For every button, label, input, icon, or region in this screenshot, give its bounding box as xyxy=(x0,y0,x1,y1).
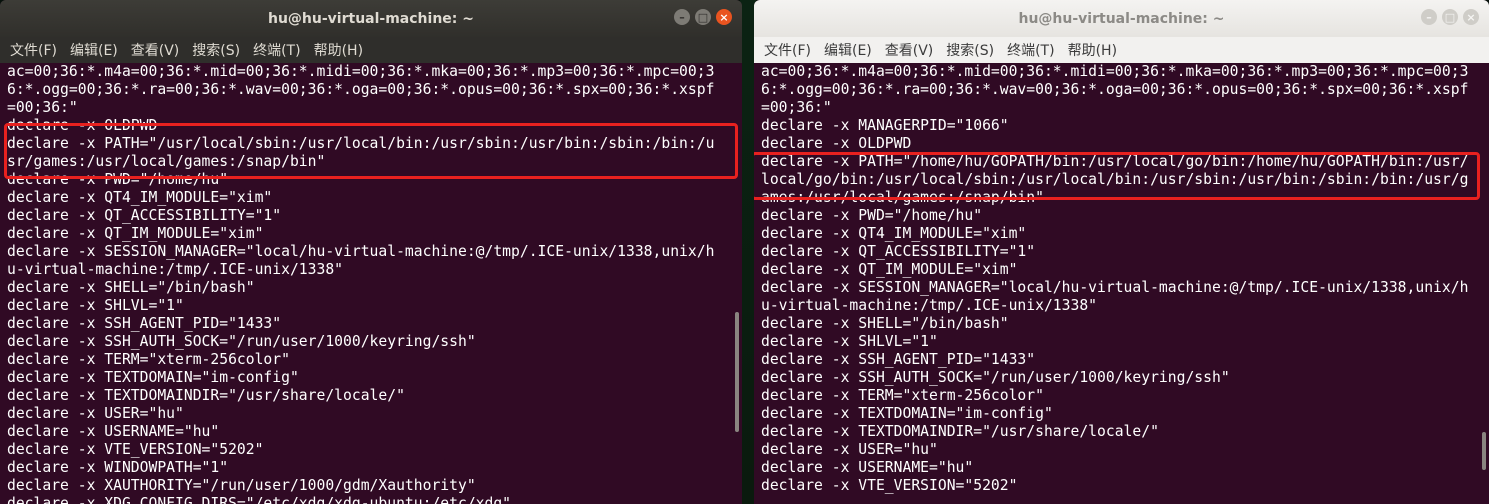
output-line: ac=00;36:*.m4a=00;36:*.mid=00;36:*.midi=… xyxy=(7,63,715,80)
menu-bar: 文件(F) 编辑(E) 查看(V) 搜索(S) 终端(T) 帮助(H) xyxy=(0,37,742,63)
menu-edit[interactable]: 编辑(E) xyxy=(824,40,872,60)
output-line: declare -x USERNAME="hu" xyxy=(7,423,220,440)
output-line: declare -x TEXTDOMAIN="im-config" xyxy=(7,369,299,386)
close-icon[interactable]: × xyxy=(716,9,732,25)
output-line: declare -x QT_IM_MODULE="xim" xyxy=(761,261,1018,278)
menu-file[interactable]: 文件(F) xyxy=(10,40,57,60)
menu-help[interactable]: 帮助(H) xyxy=(1068,40,1117,60)
output-line: declare -x SSH_AUTH_SOCK="/run/user/1000… xyxy=(7,333,476,350)
output-line: declare -x USERNAME="hu" xyxy=(761,459,974,476)
output-line: declare -x SHLVL="1" xyxy=(761,333,938,350)
maximize-icon[interactable]: □ xyxy=(695,9,711,25)
window-titlebar[interactable]: hu@hu-virtual-machine: ~ – □ × xyxy=(0,0,742,37)
menu-search[interactable]: 搜索(S) xyxy=(192,40,240,60)
maximize-icon[interactable]: □ xyxy=(1442,9,1458,25)
output-line: declare -x QT4_IM_MODULE="xim" xyxy=(761,225,1027,242)
output-line: declare -x TERM="xterm-256color" xyxy=(761,387,1044,404)
path-highlight-box xyxy=(754,152,1480,200)
output-line: declare -x PWD="/home/hu" xyxy=(761,207,983,224)
menu-view[interactable]: 查看(V) xyxy=(885,40,934,60)
output-line: =00;36:" xyxy=(761,99,832,116)
output-line: declare -x SESSION_MANAGER="local/hu-vir… xyxy=(761,279,1469,296)
terminal-output[interactable]: ac=00;36:*.m4a=00;36:*.mid=00;36:*.midi=… xyxy=(754,63,1489,504)
output-line: declare -x USER="hu" xyxy=(7,405,184,422)
menu-terminal[interactable]: 终端(T) xyxy=(1007,40,1054,60)
close-icon[interactable]: × xyxy=(1463,9,1479,25)
menu-search[interactable]: 搜索(S) xyxy=(946,40,994,60)
path-highlight-box xyxy=(4,123,738,179)
menu-terminal[interactable]: 终端(T) xyxy=(253,40,300,60)
output-line: u-virtual-machine:/tmp/.ICE-unix/1338" xyxy=(7,261,344,278)
scrollbar-thumb[interactable] xyxy=(1482,432,1486,470)
menu-view[interactable]: 查看(V) xyxy=(131,40,180,60)
output-line: declare -x SSH_AUTH_SOCK="/run/user/1000… xyxy=(761,369,1230,386)
output-line: declare -x TERM="xterm-256color" xyxy=(7,351,290,368)
menu-bar: 文件(F) 编辑(E) 查看(V) 搜索(S) 终端(T) 帮助(H) xyxy=(754,37,1489,63)
output-line: declare -x SHELL="/bin/bash" xyxy=(7,279,255,296)
window-controls: – □ × xyxy=(674,9,732,25)
menu-file[interactable]: 文件(F) xyxy=(764,40,811,60)
output-line: declare -x SSH_AGENT_PID="1433" xyxy=(761,351,1036,368)
output-line: declare -x MANAGERPID="1066" xyxy=(761,117,1009,134)
output-line: declare -x TEXTDOMAINDIR="/usr/share/loc… xyxy=(761,423,1159,440)
output-line: declare -x QT_ACCESSIBILITY="1" xyxy=(7,207,282,224)
output-line: declare -x VTE_VERSION="5202" xyxy=(761,477,1018,494)
terminal-output[interactable]: ac=00;36:*.m4a=00;36:*.mid=00;36:*.midi=… xyxy=(0,63,742,504)
window-controls: – □ × xyxy=(1421,9,1479,25)
output-line: declare -x XAUTHORITY="/run/user/1000/gd… xyxy=(7,477,476,494)
output-line: declare -x SHELL="/bin/bash" xyxy=(761,315,1009,332)
window-title: hu@hu-virtual-machine: ~ xyxy=(1018,10,1225,27)
menu-help[interactable]: 帮助(H) xyxy=(314,40,363,60)
output-line: declare -x VTE_VERSION="5202" xyxy=(7,441,264,458)
output-line: declare -x TEXTDOMAINDIR="/usr/share/loc… xyxy=(7,387,405,404)
output-line: declare -x XDG_CONFIG_DIRS="/etc/xdg/xdg… xyxy=(7,495,512,504)
output-line: u-virtual-machine:/tmp/.ICE-unix/1338" xyxy=(761,297,1098,314)
minimize-icon[interactable]: – xyxy=(1421,9,1437,25)
output-line: declare -x OLDPWD xyxy=(761,135,912,152)
terminal-window-right[interactable]: hu@hu-virtual-machine: ~ – □ × 文件(F) 编辑(… xyxy=(754,0,1489,504)
output-line: declare -x SSH_AGENT_PID="1433" xyxy=(7,315,282,332)
output-line: 6:*.ogg=00;36:*.ra=00;36:*.wav=00;36:*.o… xyxy=(761,81,1469,98)
output-line: declare -x TEXTDOMAIN="im-config" xyxy=(761,405,1053,422)
output-line: declare -x QT_ACCESSIBILITY="1" xyxy=(761,243,1036,260)
output-line: declare -x QT4_IM_MODULE="xim" xyxy=(7,189,273,206)
minimize-icon[interactable]: – xyxy=(674,9,690,25)
output-line: declare -x QT_IM_MODULE="xim" xyxy=(7,225,264,242)
scrollbar-thumb[interactable] xyxy=(735,312,739,432)
output-line: ac=00;36:*.m4a=00;36:*.mid=00;36:*.midi=… xyxy=(761,63,1469,80)
menu-edit[interactable]: 编辑(E) xyxy=(70,40,118,60)
output-line: declare -x SHLVL="1" xyxy=(7,297,184,314)
output-line: 6:*.ogg=00;36:*.ra=00;36:*.wav=00;36:*.o… xyxy=(7,81,715,98)
terminal-window-left[interactable]: hu@hu-virtual-machine: ~ – □ × 文件(F) 编辑(… xyxy=(0,0,742,504)
output-line: declare -x WINDOWPATH="1" xyxy=(7,459,229,476)
output-line: declare -x USER="hu" xyxy=(761,441,938,458)
window-titlebar[interactable]: hu@hu-virtual-machine: ~ – □ × xyxy=(754,0,1489,37)
window-title: hu@hu-virtual-machine: ~ xyxy=(268,10,474,27)
output-line: declare -x SESSION_MANAGER="local/hu-vir… xyxy=(7,243,715,260)
output-line: =00;36:" xyxy=(7,99,78,116)
